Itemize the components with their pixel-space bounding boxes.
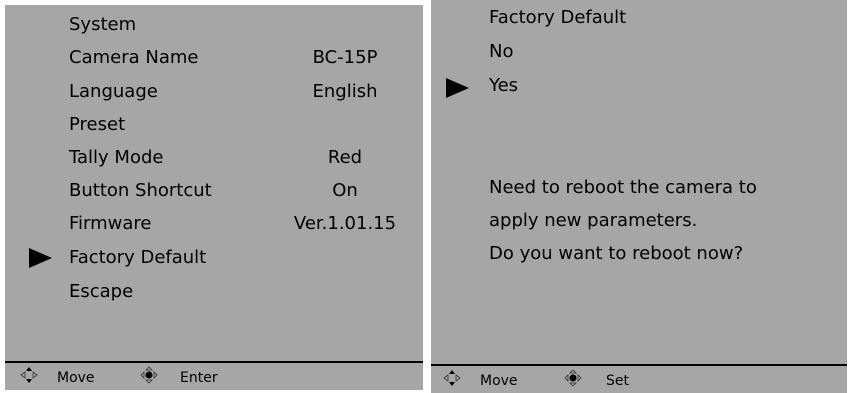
- set-hint-label: Set: [606, 373, 629, 389]
- option-label: No: [489, 41, 514, 62]
- menu-item-label: System: [69, 14, 137, 35]
- button-shortcut-value: On: [332, 180, 358, 201]
- option-no[interactable]: No: [489, 40, 513, 64]
- language-value: English: [312, 81, 378, 102]
- reboot-message-line-1: Need to reboot the camera to: [489, 177, 757, 198]
- option-yes[interactable]: Yes: [489, 74, 518, 98]
- menu-item-label: Firmware: [69, 213, 152, 234]
- menu-item-label: Language: [69, 81, 158, 102]
- set-joystick-icon: [564, 369, 582, 387]
- menu-item-label: Preset: [69, 114, 126, 135]
- system-menu-panel: System Camera Name BC-15P Language Engli…: [5, 5, 423, 390]
- menu-item-preset[interactable]: Preset: [69, 113, 125, 137]
- menu-item-label: Escape: [69, 281, 134, 302]
- menu-item-system[interactable]: System: [69, 13, 136, 37]
- menu-item-factory-default[interactable]: Factory Default: [69, 246, 206, 270]
- key-hint-bar: Move Set: [431, 364, 847, 393]
- tally-mode-value: Red: [327, 147, 363, 168]
- menu-item-label: Tally Mode: [69, 147, 164, 168]
- option-label: Yes: [489, 75, 519, 96]
- selection-cursor-icon: [29, 248, 52, 268]
- enter-joystick-icon: [140, 366, 158, 384]
- enter-hint-label: Enter: [180, 370, 218, 386]
- menu-item-label: Factory Default: [69, 247, 207, 268]
- reboot-message-line-3: Do you want to reboot now?: [489, 243, 744, 264]
- move-arrows-icon: [20, 366, 38, 384]
- reboot-message-line-2: apply new parameters.: [489, 210, 698, 231]
- selection-cursor-icon: [446, 78, 469, 98]
- move-hint-label: Move: [480, 373, 518, 389]
- menu-item-label: Camera Name: [69, 47, 199, 68]
- move-hint-label: Move: [57, 370, 95, 386]
- key-hint-bar: Move Enter: [5, 361, 423, 390]
- move-arrows-icon: [443, 369, 461, 387]
- factory-default-panel: Factory Default No Yes Need to reboot th…: [431, 0, 847, 393]
- menu-item-label: Button Shortcut: [69, 180, 212, 201]
- menu-item-escape[interactable]: Escape: [69, 280, 133, 304]
- camera-name-value: BC-15P: [312, 47, 378, 68]
- firmware-value: Ver.1.01.15: [293, 213, 397, 234]
- factory-default-title: Factory Default: [489, 7, 627, 28]
